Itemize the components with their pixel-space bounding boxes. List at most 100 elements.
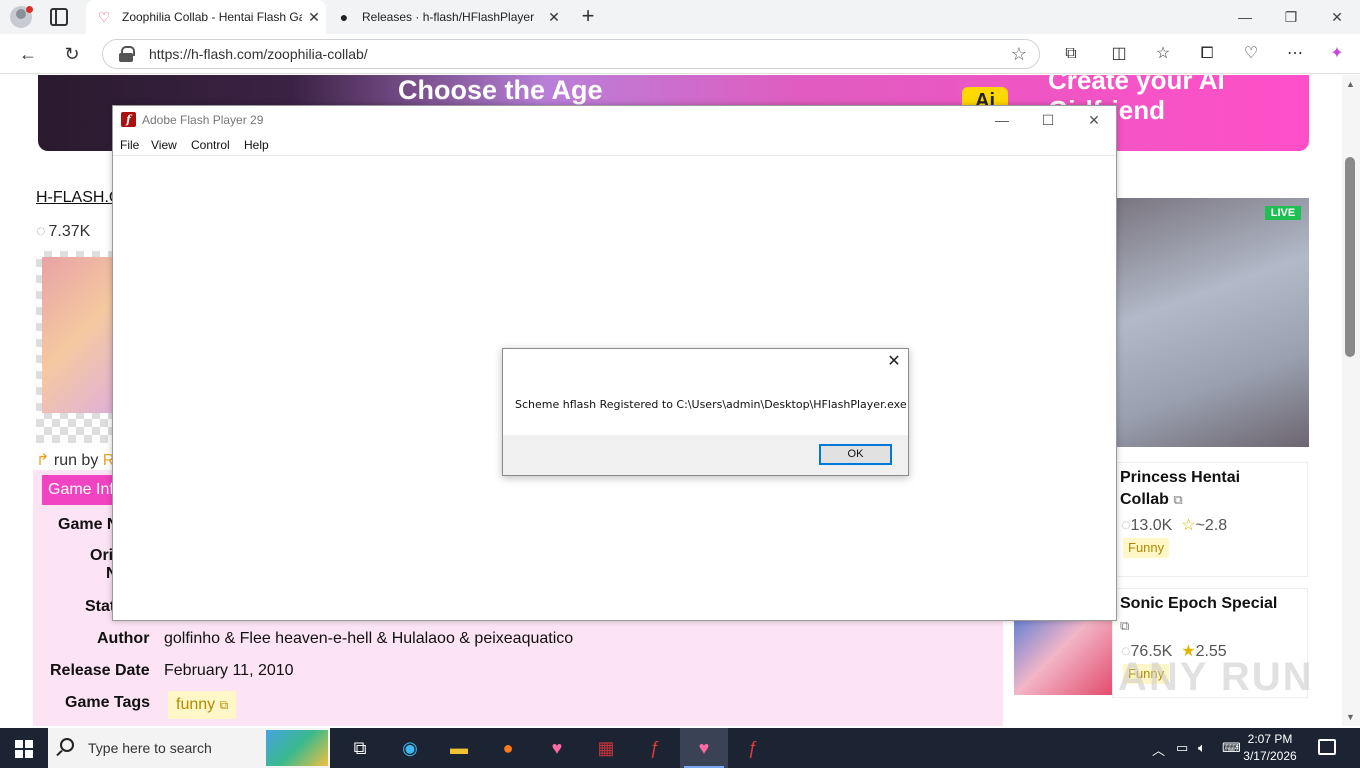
flash-menu-bar: File View Control Help [113, 134, 1116, 156]
external-link-icon[interactable]: ⧉ [1120, 615, 1129, 637]
url-text[interactable]: https://h-flash.com/zoophilia-collab/ [149, 46, 368, 62]
live-cam-thumbnail[interactable] [1116, 198, 1309, 447]
original-name-label: Ori [90, 547, 114, 564]
card-tag[interactable]: Funny [1123, 538, 1170, 558]
network-icon[interactable]: ▭ [1176, 740, 1188, 756]
card-title-text: Collab [1120, 491, 1169, 508]
heart-favicon-icon: ♡ [97, 9, 111, 25]
address-bar-row: ← ↻ https://h-flash.com/zoophilia-collab… [0, 34, 1360, 74]
notification-center-icon[interactable] [1318, 739, 1336, 755]
runner-icon: ↱ [36, 452, 50, 469]
profile-avatar-icon[interactable] [10, 6, 33, 28]
card-stats: ◌13.0K ☆~2.8 [1121, 515, 1227, 535]
task-view-icon[interactable]: ⧉ [346, 734, 374, 762]
flash-player-icon[interactable]: ƒ [739, 734, 767, 762]
menu-view[interactable]: View [151, 138, 177, 152]
url-field[interactable]: https://h-flash.com/zoophilia-collab/ ☆ [102, 39, 1040, 69]
dialog-close-icon[interactable]: ✕ [883, 351, 905, 373]
tab-releases[interactable]: ● Releases · h-flash/HFlashPlayer ✕ [326, 0, 566, 34]
menu-help[interactable]: Help [244, 138, 269, 152]
card-title[interactable]: Sonic Epoch Special [1120, 593, 1277, 615]
ime-icon[interactable]: ⌨︎ [1222, 740, 1241, 756]
copilot-icon[interactable]: ✦ [1326, 43, 1348, 65]
search-placeholder[interactable]: Type here to search [88, 740, 212, 756]
tab-close-icon[interactable]: ✕ [302, 9, 326, 26]
flash-close-icon[interactable]: ✕ [1071, 106, 1117, 134]
game-tags-label: Game Tags [65, 694, 151, 711]
view-count-value: 7.37K [48, 223, 91, 240]
split-screen-icon[interactable]: ◫ [1108, 43, 1130, 65]
hflash-heart-icon[interactable]: ♥ [543, 734, 571, 762]
flash-window-title: Adobe Flash Player 29 [142, 113, 264, 127]
more-menu-icon[interactable]: ⋯ [1284, 43, 1306, 65]
firefox-icon[interactable]: ● [494, 734, 522, 762]
watermark: ANY RUN [1118, 655, 1314, 699]
scroll-up-icon[interactable]: ▲ [1346, 79, 1355, 89]
message-dialog: ✕ Scheme hflash Registered to C:\Users\a… [502, 348, 909, 476]
release-date-value: February 11, 2010 [164, 662, 294, 679]
status-label: Stat [85, 598, 116, 615]
volume-icon[interactable]: 🔈︎ [1198, 740, 1206, 756]
card-title[interactable]: Princess Hentai [1120, 467, 1240, 489]
edge-icon[interactable]: ◉ [396, 734, 424, 762]
menu-control[interactable]: Control [191, 138, 230, 152]
clock-time: 2:07 PM [1247, 732, 1293, 746]
restore-icon[interactable]: ❐ [1268, 0, 1314, 34]
author-label: Author [97, 630, 150, 647]
back-icon[interactable]: ← [16, 42, 40, 66]
minimize-icon[interactable]: — [1222, 0, 1268, 34]
dialog-message: Scheme hflash Registered to C:\Users\adm… [515, 398, 907, 411]
menu-file[interactable]: File [120, 138, 139, 152]
favorites-icon[interactable]: ☆ [1152, 43, 1174, 65]
winrar-icon[interactable]: ▦ [592, 734, 620, 762]
notification-dot [26, 6, 33, 13]
banner-left-text: Choose the Age [398, 75, 603, 105]
tab-close-icon[interactable]: ✕ [542, 9, 566, 26]
flash-maximize-icon[interactable]: ☐ [1025, 106, 1071, 134]
scroll-thumb[interactable] [1345, 157, 1355, 357]
search-highlight-image [266, 730, 328, 766]
taskbar-clock[interactable]: 2:07 PM 3/17/2026 [1240, 731, 1300, 765]
ok-button[interactable]: OK [819, 444, 892, 465]
tab-title: Zoophilia Collab - Hentai Flash Ga [122, 10, 302, 24]
flash-title-bar[interactable]: f Adobe Flash Player 29 — ☐ ✕ [113, 106, 1116, 134]
flash-player-icon[interactable]: ƒ [641, 734, 669, 762]
browser-essentials-icon[interactable]: ♡ [1240, 43, 1262, 65]
collections-icon[interactable]: ⧠ [1196, 43, 1218, 65]
close-window-icon[interactable]: ✕ [1314, 0, 1360, 34]
lock-icon[interactable] [119, 46, 135, 62]
star-icon: ☆ [1181, 517, 1196, 534]
tray-chevron-icon[interactable]: ︿ [1152, 740, 1165, 759]
new-tab-icon[interactable]: + [576, 4, 600, 28]
card-title-line2[interactable]: Collab ⧉ [1120, 489, 1183, 511]
tab-actions-icon[interactable] [50, 8, 68, 26]
eye-icon: ◌ [36, 223, 46, 240]
extensions-icon[interactable]: ⧉ [1060, 43, 1082, 65]
refresh-icon[interactable]: ↻ [60, 42, 84, 66]
scroll-down-icon[interactable]: ▼ [1346, 712, 1355, 722]
external-link-icon: ⧉ [219, 698, 229, 712]
run-by-prefix: run by [53, 452, 99, 469]
github-favicon-icon: ● [339, 9, 349, 25]
game-name-label: Game N [58, 516, 119, 533]
game-info-button[interactable]: Game Inf [42, 475, 122, 505]
taskbar-search[interactable]: Type here to search [48, 728, 330, 768]
clock-date: 3/17/2026 [1243, 749, 1297, 763]
file-explorer-icon[interactable]: ▬ [445, 734, 473, 762]
flash-minimize-icon[interactable]: — [979, 106, 1025, 134]
tab-zoophilia-collab[interactable]: ♡ Zoophilia Collab - Hentai Flash Ga ✕ [86, 0, 326, 34]
search-icon [60, 738, 74, 752]
tag-funny[interactable]: funny ⧉ [168, 691, 237, 719]
game-thumbnail[interactable] [36, 251, 116, 443]
page-scrollbar[interactable]: ▲ ▼ [1342, 75, 1360, 726]
card-rating: ~2.8 [1195, 517, 1228, 534]
related-game-card[interactable]: Princess Hentai Collab ⧉ ◌13.0K ☆~2.8 Fu… [1112, 462, 1308, 577]
browser-tab-bar: ♡ Zoophilia Collab - Hentai Flash Ga ✕ ●… [0, 0, 1360, 34]
breadcrumb[interactable]: H-FLASH.C [36, 189, 120, 207]
view-count: ◌ 7.37K [36, 223, 90, 241]
run-by: ↱ run by R [36, 450, 114, 470]
windows-start-icon[interactable] [0, 728, 48, 768]
hflash-player-active-icon[interactable]: ♥ [680, 728, 728, 768]
release-date-label: Release Date [50, 662, 150, 679]
favorite-star-icon[interactable]: ☆ [1011, 44, 1027, 65]
